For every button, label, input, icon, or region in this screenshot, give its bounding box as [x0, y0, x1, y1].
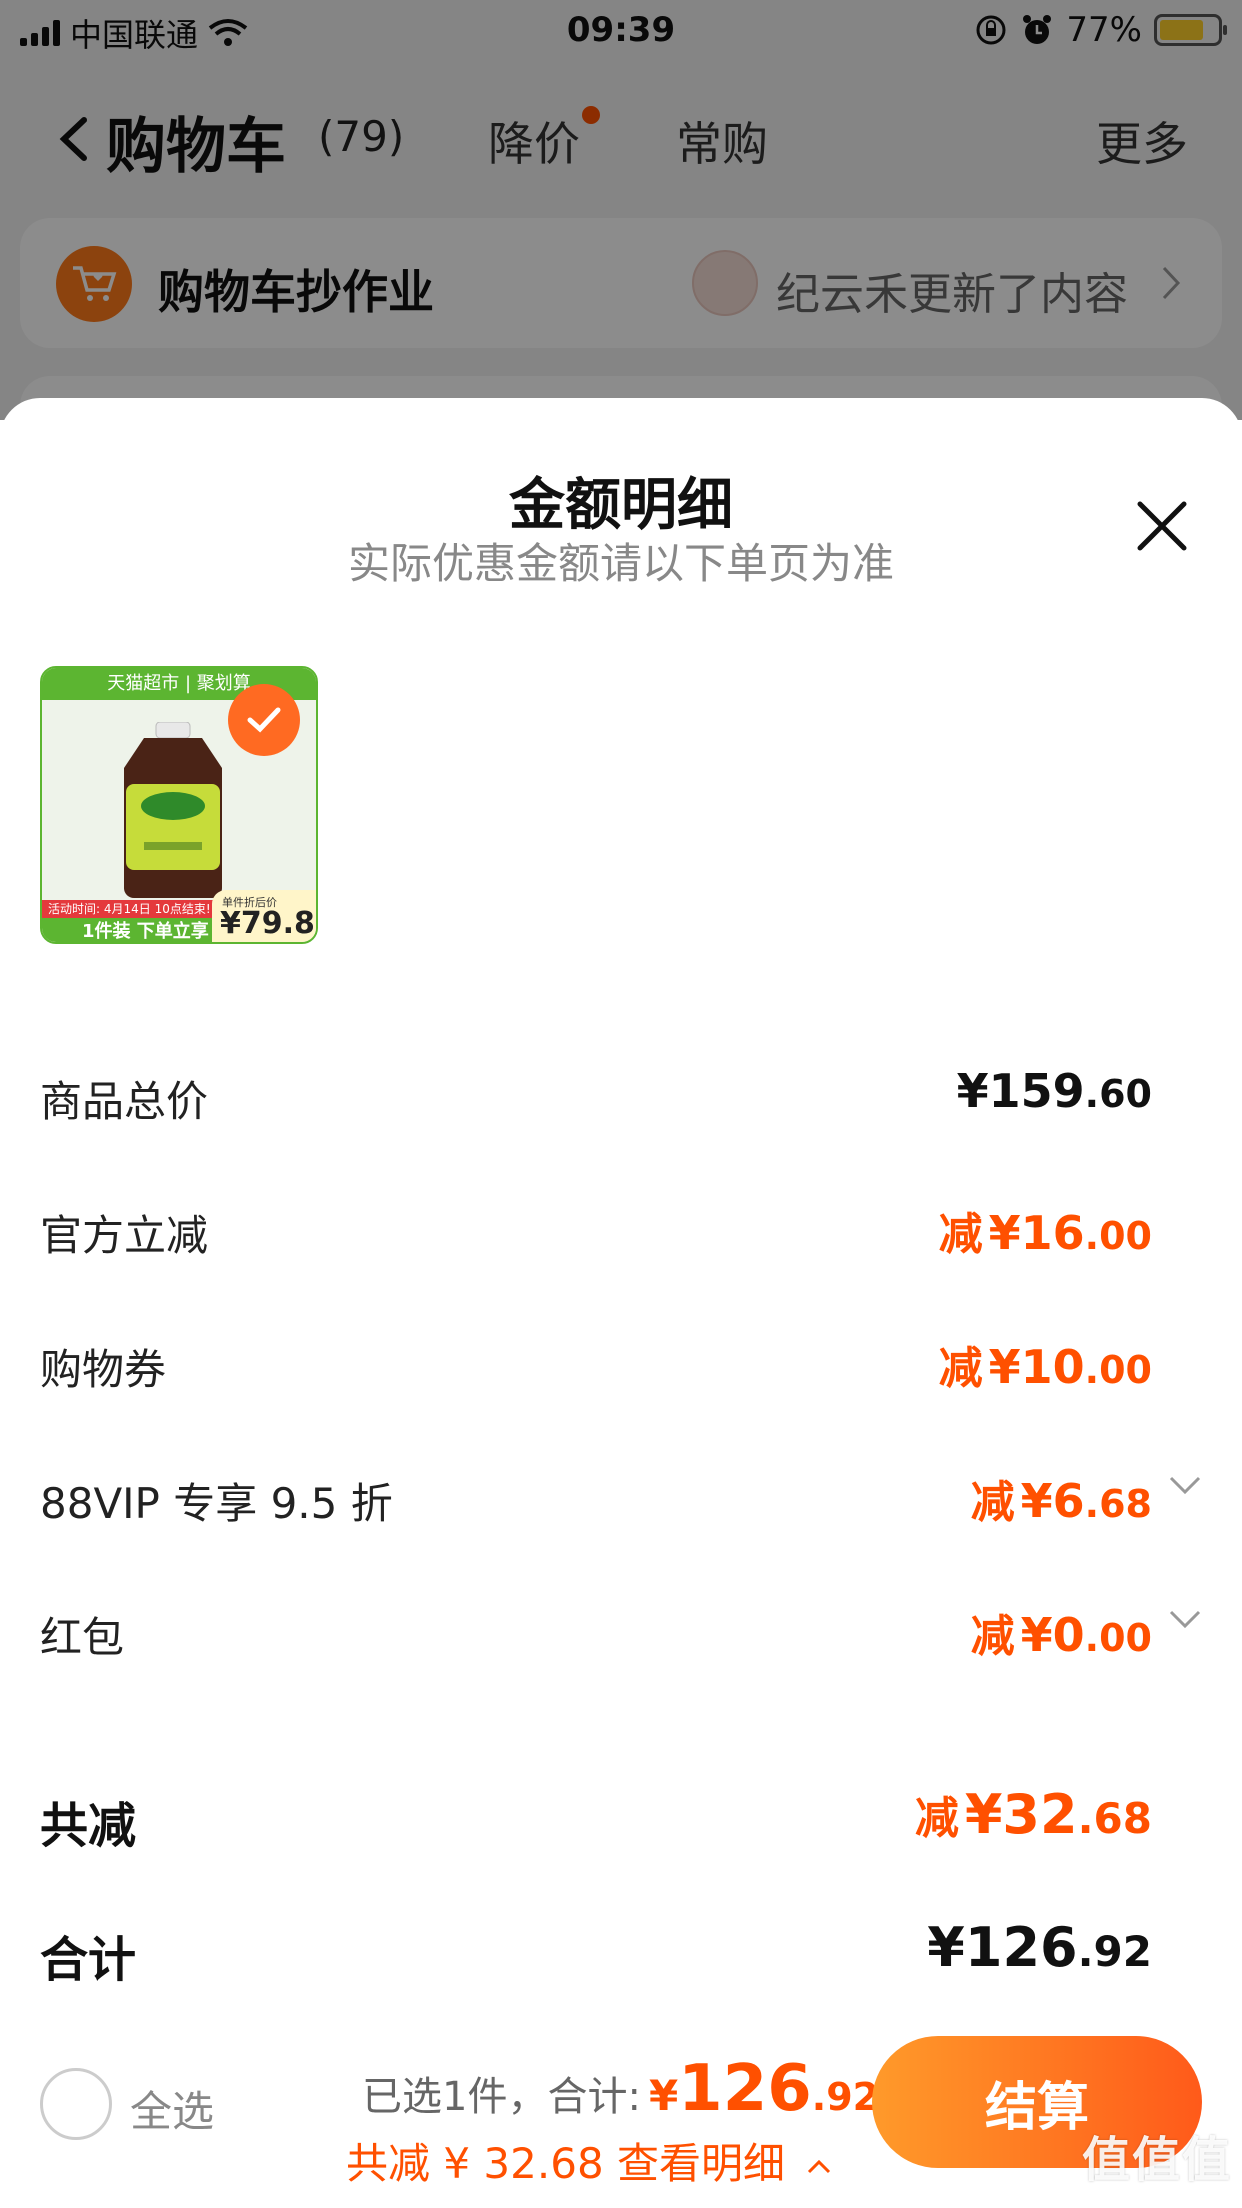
row-label: 合计	[40, 1932, 137, 1988]
total-amount-dec: .92	[811, 2075, 880, 2119]
chevron-down-icon[interactable]	[1168, 1608, 1202, 1630]
row-goods-total: 商品总价 ¥159.60	[40, 1064, 1202, 1126]
row-label: 红包	[40, 1613, 125, 1662]
sheet-title: 金额明细	[509, 473, 733, 538]
total-amount-int: 126	[678, 2052, 812, 2126]
value-int: ¥159	[956, 1064, 1085, 1118]
product-price: ¥79.8	[220, 906, 315, 941]
select-all-label[interactable]: 全选	[130, 2078, 214, 2139]
select-all-radio[interactable]	[40, 2068, 112, 2140]
site-watermark: 值值值 zhizhizhi.com	[1082, 2120, 1232, 2208]
value-int: ¥126	[927, 1916, 1078, 1979]
row-red-packet[interactable]: 红包 减 ¥0.00	[40, 1600, 1202, 1662]
product-offer: 1件装 下单立享	[42, 918, 222, 942]
row-value: 减 ¥16.00	[939, 1198, 1152, 1262]
row-total-reduction: 共减 减 ¥32.68	[40, 1782, 1202, 1854]
cart-background: 中国联通 09:39 77% 购物车 (79) 降价 常购 更多 购物车抄作业 …	[0, 0, 1242, 456]
value-int: ¥16	[988, 1206, 1085, 1260]
currency-symbol: ¥	[648, 2071, 679, 2120]
row-official-discount: 官方立减 减 ¥16.00	[40, 1198, 1202, 1260]
value-prefix: 减	[938, 1209, 983, 1260]
row-value: ¥126.92	[927, 1916, 1152, 1979]
row-grand-total: 合计 ¥126.92	[40, 1916, 1202, 1988]
value-dec: .00	[1084, 1214, 1152, 1258]
selected-check-icon[interactable]	[228, 684, 300, 756]
reduce-details-text: 共减 ¥ 32.68 查看明细	[346, 2139, 786, 2188]
selected-text: 已选1件，合计:	[362, 2074, 641, 2120]
row-value: 减 ¥10.00	[939, 1332, 1152, 1396]
value-dec: .68	[1084, 1482, 1152, 1526]
value-dec: .60	[1084, 1072, 1152, 1116]
row-value: 减 ¥0.00	[971, 1600, 1152, 1664]
value-dec: .68	[1077, 1794, 1152, 1843]
value-int: ¥6	[1020, 1474, 1085, 1528]
value-dec: .92	[1077, 1927, 1152, 1976]
view-details-link[interactable]: 共减 ¥ 32.68 查看明细	[346, 2130, 832, 2191]
row-label: 购物券	[40, 1345, 167, 1394]
row-label: 88VIP 专享 9.5 折	[40, 1479, 393, 1528]
row-label: 共减	[40, 1798, 137, 1854]
value-dec: .00	[1084, 1616, 1152, 1660]
row-value: ¥159.60	[957, 1064, 1152, 1118]
value-int: ¥32	[964, 1783, 1078, 1846]
row-shopping-coupon: 购物券 减 ¥10.00	[40, 1332, 1202, 1394]
value-dec: .00	[1084, 1348, 1152, 1392]
row-88vip-discount[interactable]: 88VIP 专享 9.5 折 减 ¥6.68	[40, 1466, 1202, 1528]
row-value: 减 ¥32.68	[915, 1782, 1152, 1846]
row-label: 官方立减	[40, 1211, 209, 1260]
close-icon[interactable]	[1134, 498, 1190, 554]
value-int: ¥10	[988, 1340, 1085, 1394]
amount-detail-sheet: 金额明细 实际优惠金额请以下单页为准 天猫超市 | 聚划算 活动时间: 4月14…	[0, 398, 1242, 2208]
watermark-logo: 值值值	[1081, 2132, 1232, 2188]
chevron-down-icon[interactable]	[1168, 1474, 1202, 1496]
product-thumbnail[interactable]: 天猫超市 | 聚划算 活动时间: 4月14日 10点结束! 1件装 下单立享 单…	[40, 666, 318, 944]
row-value: 减 ¥6.68	[971, 1466, 1152, 1530]
sheet-subtitle: 实际优惠金额请以下单页为准	[347, 539, 894, 588]
product-price-box: 单件折后价 ¥79.8	[212, 890, 316, 942]
chevron-up-icon	[808, 2159, 831, 2173]
value-prefix: 减	[938, 1343, 983, 1394]
checkout-bar: 全选 已选1件，合计: ¥126.92 共减 ¥ 32.68 查看明细 结算	[0, 2018, 1242, 2208]
value-prefix: 减	[970, 1477, 1015, 1528]
watermark-url: zhizhizhi.com	[1110, 2190, 1232, 2208]
modal-overlay[interactable]	[0, 0, 1242, 420]
value-prefix: 减	[914, 1793, 959, 1844]
selected-summary: 已选1件，合计: ¥126.92	[362, 2052, 879, 2126]
value-prefix: 减	[970, 1611, 1015, 1662]
oil-bottle-image	[124, 722, 222, 898]
value-int: ¥0	[1020, 1608, 1085, 1662]
row-label: 商品总价	[40, 1077, 209, 1126]
